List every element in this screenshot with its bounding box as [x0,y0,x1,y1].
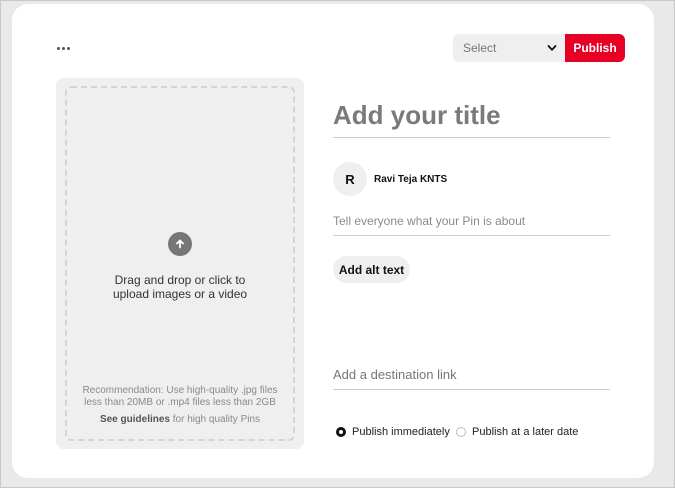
publish-immediately-radio[interactable]: Publish immediately [336,425,450,439]
publish-button[interactable]: Publish [565,34,625,62]
board-select[interactable]: Select [453,34,565,62]
upload-dropzone[interactable]: Drag and drop or click to upload images … [56,78,304,449]
description-placeholder: Tell everyone what your Pin is about [333,214,526,228]
destination-link-input[interactable]: Add a destination link [333,364,610,390]
upload-instructions: Drag and drop or click to upload images … [76,273,284,301]
publish-later-label: Publish at a later date [472,426,579,438]
upload-line-2: upload images or a video [112,287,248,301]
title-placeholder: Add your title [333,100,501,130]
upload-recommendation: Recommendation: Use high-quality .jpg fi… [74,385,286,409]
publish-immediately-label: Publish immediately [352,426,450,438]
radio-selected-icon [336,427,346,437]
upload-arrow-icon [168,232,192,256]
avatar: R [333,162,367,196]
username: Ravi Teja KNTS [374,174,448,185]
description-input[interactable]: Tell everyone what your Pin is about [333,210,610,236]
title-input[interactable]: Add your title [333,98,610,138]
guidelines-rest: for high quality Pins [169,414,261,425]
destination-placeholder: Add a destination link [333,367,457,382]
reco-line-2: less than 20MB or .mp4 files less than 2… [84,397,276,408]
chevron-down-icon [547,45,557,51]
add-alt-text-button[interactable]: Add alt text [333,256,410,283]
guidelines-text: See guidelines for high quality Pins [74,414,286,425]
upload-line-1: Drag and drop or click to [114,273,246,287]
more-options-icon[interactable] [57,40,75,56]
publish-later-radio[interactable]: Publish at a later date [456,425,578,439]
radio-unselected-icon [456,427,466,437]
see-guidelines-link[interactable]: See guidelines [100,414,170,425]
reco-line-1: Recommendation: Use high-quality .jpg fi… [82,385,278,396]
board-select-value: Select [463,41,497,55]
